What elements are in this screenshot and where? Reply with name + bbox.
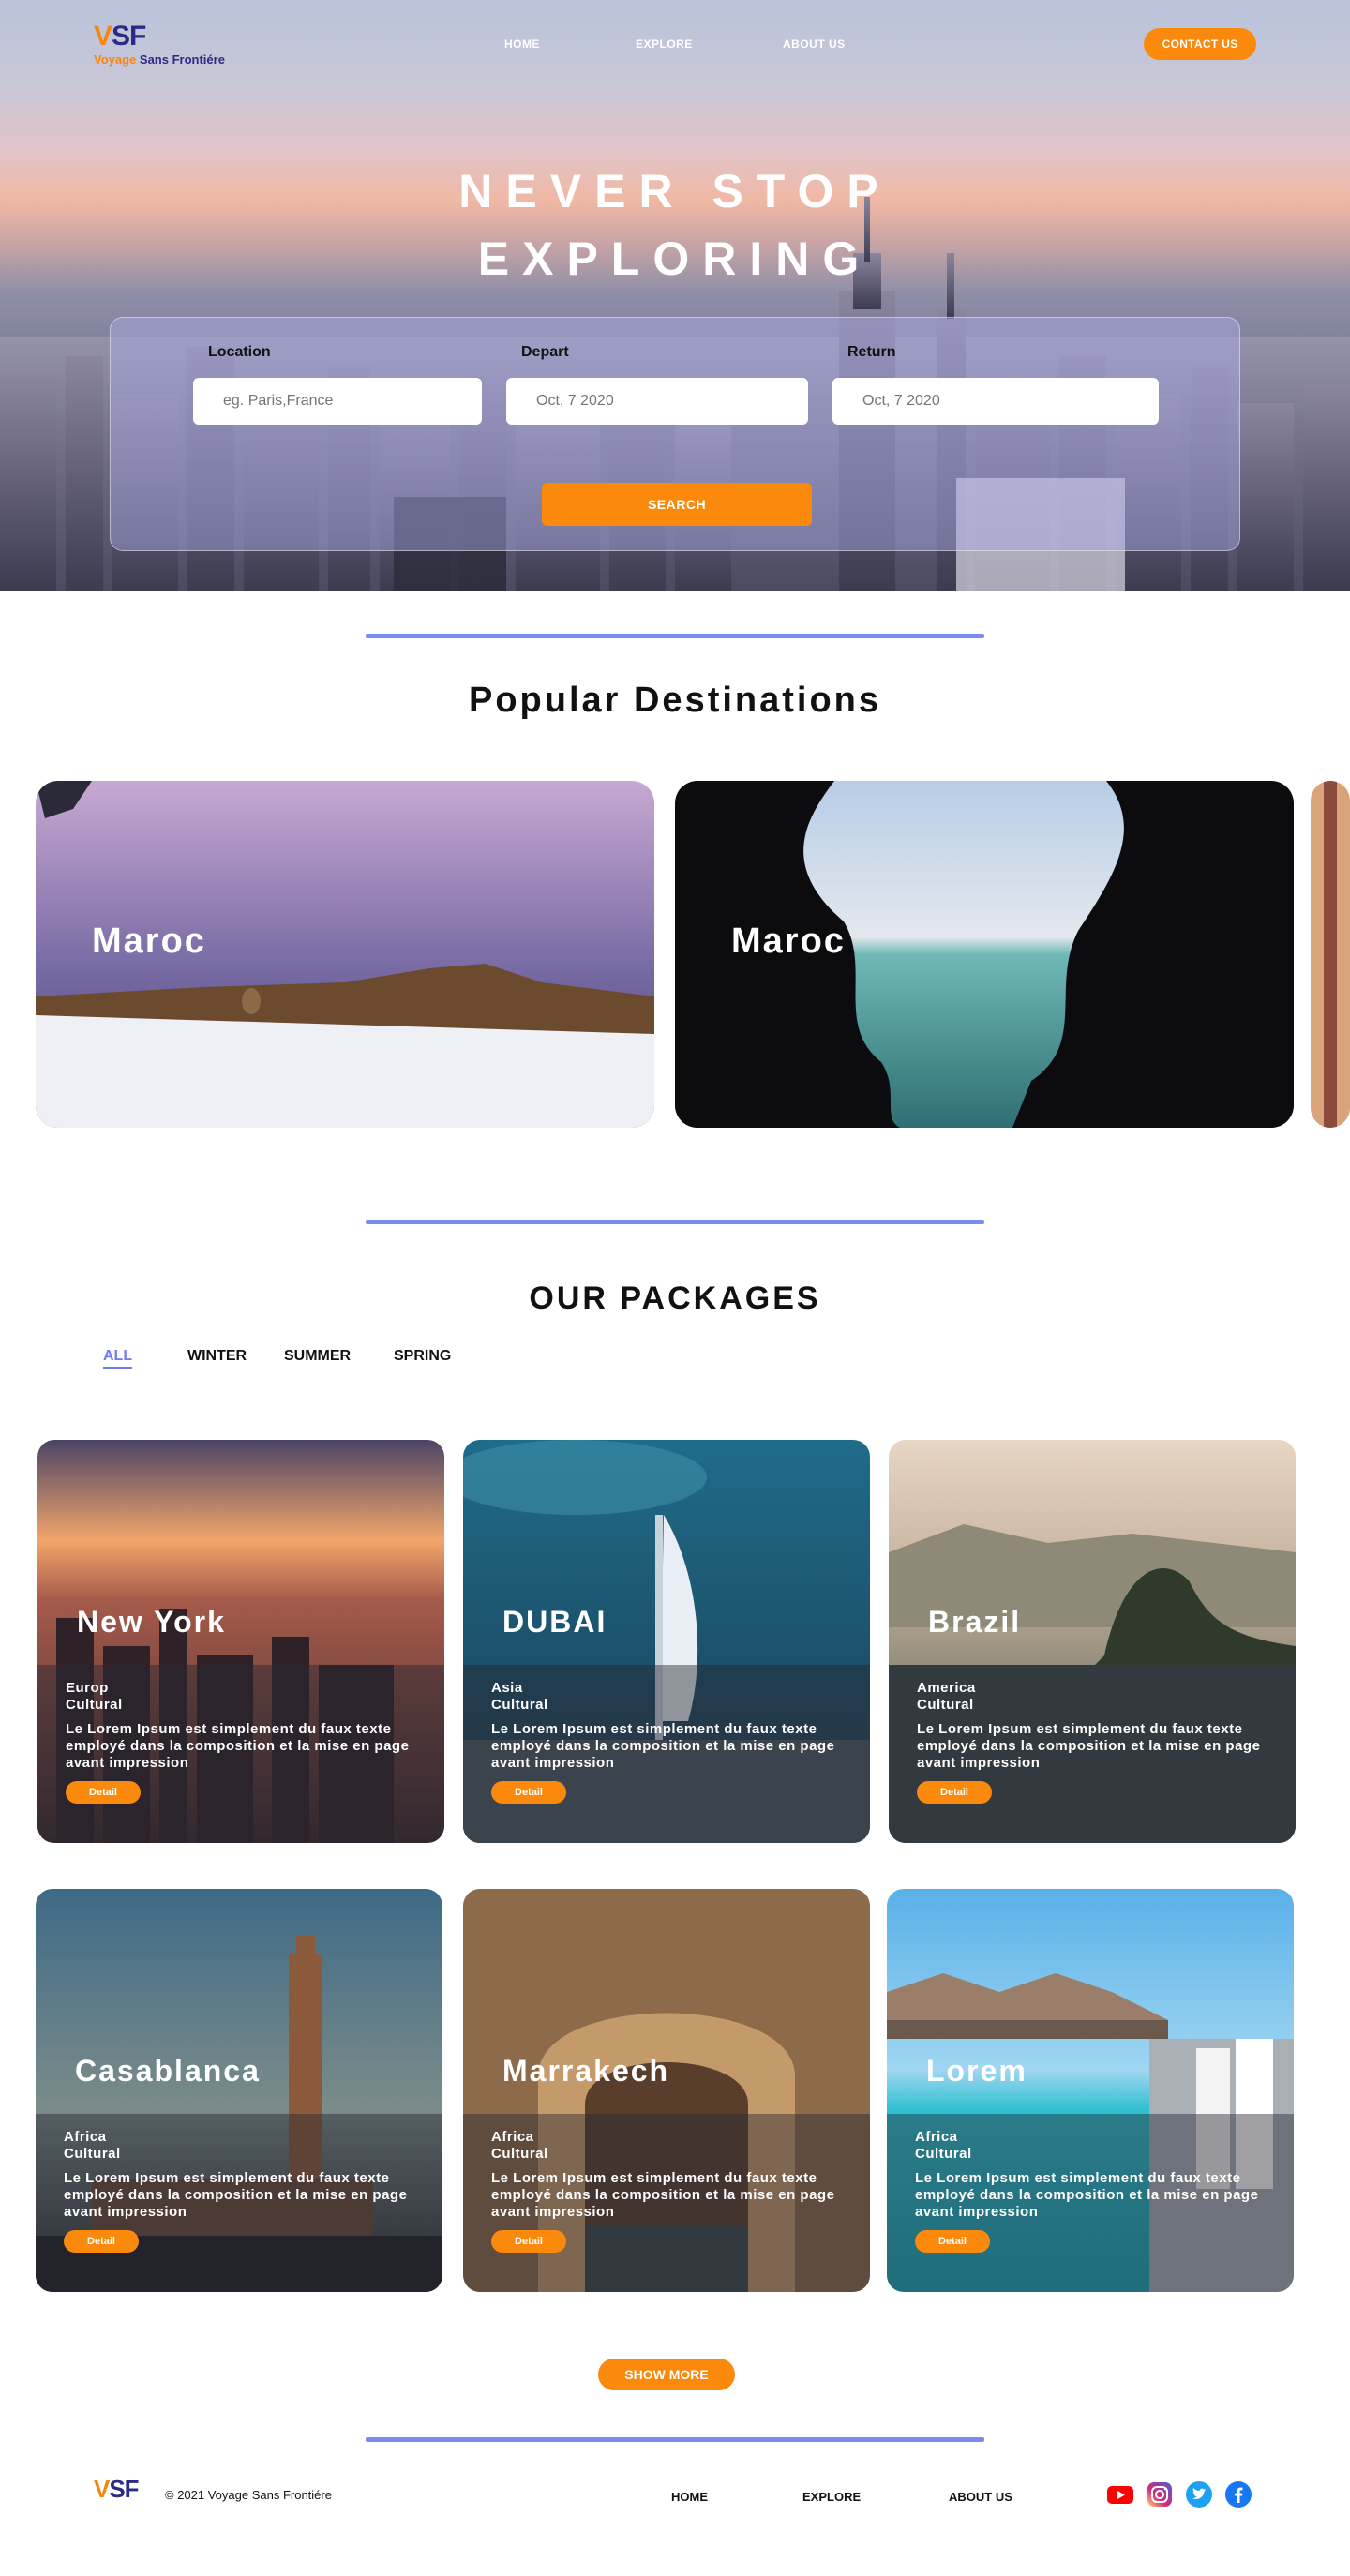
section-divider bbox=[366, 634, 984, 638]
depart-label: Depart bbox=[521, 344, 569, 360]
detail-button[interactable]: Detail bbox=[491, 1781, 566, 1804]
package-description: Le Lorem Ipsum est simplement du faux te… bbox=[491, 2170, 835, 2220]
package-card[interactable]: New York Europ Cultural Le Lorem Ipsum es… bbox=[38, 1440, 444, 1843]
footer-logo[interactable]: VSF bbox=[94, 2475, 140, 2504]
detail-button[interactable]: Detail bbox=[64, 2230, 139, 2253]
tab-summer[interactable]: SUMMER bbox=[284, 1348, 351, 1365]
package-card[interactable]: Marrakech Africa Cultural Le Lorem Ipsum … bbox=[463, 1889, 870, 2292]
footer-explore-link[interactable]: EXPLORE bbox=[802, 2490, 861, 2504]
package-description: Le Lorem Ipsum est simplement du faux te… bbox=[491, 1721, 835, 1771]
hero-title: NEVER STOP EXPLORING bbox=[0, 157, 1350, 292]
package-description: Le Lorem Ipsum est simplement du faux te… bbox=[917, 1721, 1261, 1771]
hero-section: VSF Voyage Sans Frontiére HOME EXPLORE A… bbox=[0, 0, 1350, 591]
package-meta: America Cultural bbox=[917, 1680, 976, 1713]
packages-title: OUR PACKAGES bbox=[529, 1281, 821, 1316]
package-card[interactable]: Brazil America Cultural Le Lorem Ipsum es… bbox=[889, 1440, 1296, 1843]
package-name: Marrakech bbox=[502, 2054, 670, 2088]
tab-spring[interactable]: SPRING bbox=[394, 1348, 451, 1365]
facebook-icon[interactable] bbox=[1224, 2480, 1252, 2509]
search-button[interactable]: SEARCH bbox=[542, 483, 812, 526]
show-more-button[interactable]: SHOW MORE bbox=[598, 2359, 735, 2390]
copyright-text: © 2021 Voyage Sans Frontiére bbox=[165, 2488, 332, 2502]
detail-button[interactable]: Detail bbox=[491, 2230, 566, 2253]
package-meta: Africa Cultural bbox=[915, 2129, 972, 2162]
package-card[interactable]: Lorem Africa Cultural Le Lorem Ipsum est … bbox=[887, 1889, 1294, 2292]
destination-label: Maroc bbox=[731, 921, 846, 961]
package-card[interactable]: DUBAI Asia Cultural Le Lorem Ipsum est si… bbox=[463, 1440, 870, 1843]
contact-us-button[interactable]: CONTACT US bbox=[1144, 28, 1256, 60]
search-panel: Location Depart Return SEARCH bbox=[110, 317, 1240, 551]
destination-label: Maroc bbox=[92, 921, 206, 961]
destination-card-peek[interactable] bbox=[1311, 781, 1350, 1128]
destination-image bbox=[1311, 781, 1350, 1128]
detail-button[interactable]: Detail bbox=[915, 2230, 990, 2253]
hero-title-line1: NEVER STOP bbox=[458, 165, 892, 217]
package-card[interactable]: Casablanca Africa Cultural Le Lorem Ipsum… bbox=[36, 1889, 442, 2292]
package-tabs: ALL WINTER SUMMER SPRING bbox=[0, 1348, 1350, 1376]
package-name: Casablanca bbox=[75, 2054, 261, 2088]
footer-divider bbox=[366, 2437, 984, 2442]
location-label: Location bbox=[208, 344, 271, 360]
footer-about-link[interactable]: ABOUT US bbox=[949, 2490, 1012, 2504]
package-meta: Africa Cultural bbox=[491, 2129, 548, 2162]
twitter-icon[interactable] bbox=[1185, 2480, 1213, 2509]
package-meta: Africa Cultural bbox=[64, 2129, 121, 2162]
nav-about-link[interactable]: ABOUT US bbox=[783, 37, 846, 51]
package-description: Le Lorem Ipsum est simplement du faux te… bbox=[915, 2170, 1259, 2220]
package-name: Lorem bbox=[926, 2054, 1028, 2088]
tab-all[interactable]: ALL bbox=[103, 1348, 133, 1369]
depart-date-input[interactable] bbox=[506, 378, 808, 425]
package-name: Brazil bbox=[928, 1605, 1022, 1639]
hero-title-line2: EXPLORING bbox=[477, 232, 873, 285]
location-input[interactable] bbox=[193, 378, 482, 425]
popular-destinations-title: Popular Destinations bbox=[468, 681, 882, 720]
package-meta: Asia Cultural bbox=[491, 1680, 548, 1713]
tab-winter[interactable]: WINTER bbox=[188, 1348, 247, 1365]
package-name: New York bbox=[77, 1605, 226, 1639]
return-date-input[interactable] bbox=[832, 378, 1159, 425]
destination-card[interactable]: Maroc bbox=[675, 781, 1294, 1128]
youtube-icon[interactable] bbox=[1106, 2480, 1134, 2509]
detail-button[interactable]: Detail bbox=[917, 1781, 992, 1804]
destination-card[interactable]: Maroc bbox=[36, 781, 654, 1128]
return-label: Return bbox=[848, 344, 896, 360]
package-description: Le Lorem Ipsum est simplement du faux te… bbox=[66, 1721, 410, 1771]
section-divider bbox=[366, 1220, 984, 1224]
package-description: Le Lorem Ipsum est simplement du faux te… bbox=[64, 2170, 408, 2220]
nav-home-link[interactable]: HOME bbox=[504, 37, 540, 51]
detail-button[interactable]: Detail bbox=[66, 1781, 141, 1804]
footer-home-link[interactable]: HOME bbox=[671, 2490, 708, 2504]
package-name: DUBAI bbox=[502, 1605, 608, 1639]
package-meta: Europ Cultural bbox=[66, 1680, 123, 1713]
instagram-icon[interactable] bbox=[1146, 2480, 1174, 2509]
nav-explore-link[interactable]: EXPLORE bbox=[636, 37, 693, 51]
